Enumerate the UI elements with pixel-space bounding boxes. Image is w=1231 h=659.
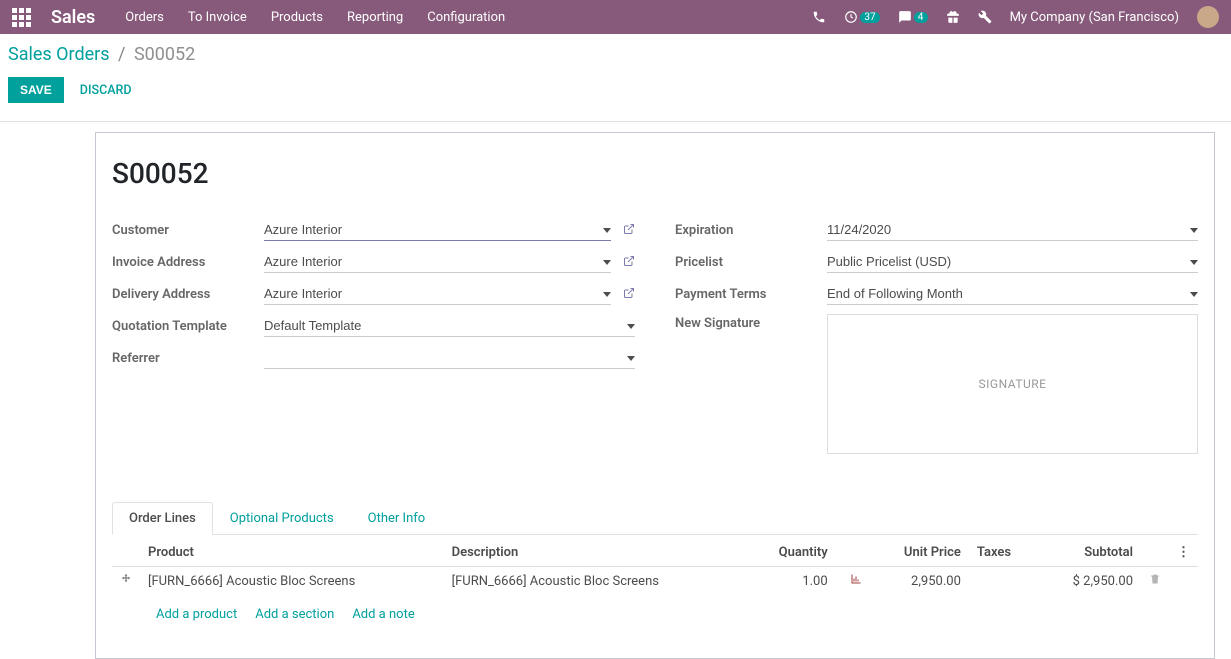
app-brand[interactable]: Sales bbox=[51, 7, 95, 28]
tab-order-lines[interactable]: Order Lines bbox=[112, 502, 213, 535]
label-delivery-address: Delivery Address bbox=[112, 287, 264, 302]
signature-placeholder: SIGNATURE bbox=[979, 377, 1047, 391]
activities-badge: 37 bbox=[860, 12, 879, 23]
th-quantity[interactable]: Quantity bbox=[747, 539, 835, 567]
breadcrumb: Sales Orders / S00052 bbox=[8, 44, 1223, 65]
gift-icon[interactable] bbox=[946, 10, 960, 24]
label-invoice-address: Invoice Address bbox=[112, 255, 264, 270]
add-note-link[interactable]: Add a note bbox=[352, 607, 414, 622]
cell-unit-price[interactable]: 2,950.00 bbox=[870, 567, 969, 596]
nav-configuration[interactable]: Configuration bbox=[427, 10, 505, 25]
external-link-icon[interactable] bbox=[623, 287, 635, 302]
phone-icon[interactable] bbox=[812, 10, 826, 24]
tab-other-info[interactable]: Other Info bbox=[351, 502, 443, 535]
nav-orders[interactable]: Orders bbox=[125, 10, 164, 25]
chevron-down-icon[interactable] bbox=[1190, 292, 1198, 297]
th-unit-price[interactable]: Unit Price bbox=[870, 539, 969, 567]
activities-icon[interactable]: 37 bbox=[844, 10, 879, 24]
external-link-icon[interactable] bbox=[623, 223, 635, 238]
label-payment-terms: Payment Terms bbox=[675, 287, 827, 302]
external-link-icon[interactable] bbox=[623, 255, 635, 270]
drag-handle-icon[interactable] bbox=[112, 567, 140, 596]
discard-button[interactable]: DISCARD bbox=[80, 83, 132, 98]
referrer-field[interactable] bbox=[264, 347, 635, 369]
fields-left-col: Customer Invoice Address bbox=[112, 218, 635, 462]
chevron-down-icon[interactable] bbox=[603, 228, 611, 233]
th-product[interactable]: Product bbox=[140, 539, 444, 567]
chevron-down-icon[interactable] bbox=[603, 292, 611, 297]
tab-optional-products[interactable]: Optional Products bbox=[213, 502, 351, 535]
breadcrumb-sep: / bbox=[118, 44, 125, 65]
fields-right-col: Expiration Pricelist Payment Terms bbox=[675, 218, 1198, 462]
customer-field[interactable] bbox=[264, 219, 611, 241]
pricelist-field[interactable] bbox=[827, 251, 1198, 273]
table-row[interactable]: [FURN_6666] Acoustic Bloc Screens [FURN_… bbox=[112, 567, 1198, 596]
label-expiration: Expiration bbox=[675, 223, 827, 238]
save-button[interactable]: SAVE bbox=[8, 77, 64, 103]
tabs: Order Lines Optional Products Other Info bbox=[112, 502, 1198, 535]
label-customer: Customer bbox=[112, 223, 264, 238]
company-selector[interactable]: My Company (San Francisco) bbox=[1010, 10, 1179, 25]
chevron-down-icon[interactable] bbox=[1190, 228, 1198, 233]
label-referrer: Referrer bbox=[112, 351, 264, 366]
nav-reporting[interactable]: Reporting bbox=[347, 10, 403, 25]
nav-menu: Orders To Invoice Products Reporting Con… bbox=[125, 10, 812, 25]
delete-icon[interactable] bbox=[1141, 567, 1169, 596]
cell-taxes[interactable] bbox=[969, 567, 1037, 596]
messages-badge: 4 bbox=[914, 12, 928, 23]
messages-icon[interactable]: 4 bbox=[898, 10, 928, 24]
signature-pad[interactable]: SIGNATURE bbox=[827, 314, 1198, 454]
label-quotation-template: Quotation Template bbox=[112, 319, 264, 334]
top-navbar: Sales Orders To Invoice Products Reporti… bbox=[0, 0, 1231, 34]
payment-terms-field[interactable] bbox=[827, 283, 1198, 305]
order-lines-table: Product Description Quantity Unit Price … bbox=[112, 539, 1198, 634]
breadcrumb-current: S00052 bbox=[134, 44, 195, 65]
record-title: S00052 bbox=[112, 157, 1198, 190]
control-panel: Sales Orders / S00052 SAVE DISCARD bbox=[0, 34, 1231, 109]
cell-subtotal: $ 2,950.00 bbox=[1037, 567, 1141, 596]
form-sheet: S00052 Customer Invoice Address bbox=[95, 132, 1215, 659]
label-pricelist: Pricelist bbox=[675, 255, 827, 270]
nav-to-invoice[interactable]: To Invoice bbox=[188, 10, 247, 25]
delivery-address-field[interactable] bbox=[264, 283, 611, 305]
th-subtotal[interactable]: Subtotal bbox=[1037, 539, 1141, 567]
add-section-link[interactable]: Add a section bbox=[255, 607, 334, 622]
avatar[interactable] bbox=[1197, 6, 1219, 28]
chevron-down-icon[interactable] bbox=[603, 260, 611, 265]
add-product-link[interactable]: Add a product bbox=[156, 607, 237, 622]
cell-quantity[interactable]: 1.00 bbox=[747, 567, 835, 596]
form-container: S00052 Customer Invoice Address bbox=[0, 122, 1231, 659]
invoice-address-field[interactable] bbox=[264, 251, 611, 273]
chevron-down-icon[interactable] bbox=[627, 324, 635, 329]
tools-icon[interactable] bbox=[978, 10, 992, 24]
expiration-field[interactable] bbox=[827, 219, 1198, 241]
th-description[interactable]: Description bbox=[444, 539, 748, 567]
quotation-template-field[interactable] bbox=[264, 315, 635, 337]
chevron-down-icon[interactable] bbox=[627, 356, 635, 361]
forecast-icon[interactable] bbox=[850, 574, 862, 589]
th-taxes[interactable]: Taxes bbox=[969, 539, 1037, 567]
nav-products[interactable]: Products bbox=[271, 10, 323, 25]
nav-right: 37 4 My Company (San Francisco) bbox=[812, 6, 1219, 28]
cell-product[interactable]: [FURN_6666] Acoustic Bloc Screens bbox=[140, 567, 444, 596]
cell-description[interactable]: [FURN_6666] Acoustic Bloc Screens bbox=[444, 567, 748, 596]
kebab-icon[interactable]: ⋮ bbox=[1169, 539, 1198, 567]
apps-icon[interactable] bbox=[12, 8, 31, 27]
breadcrumb-root[interactable]: Sales Orders bbox=[8, 44, 110, 65]
chevron-down-icon[interactable] bbox=[1190, 260, 1198, 265]
label-signature: New Signature bbox=[675, 314, 827, 331]
